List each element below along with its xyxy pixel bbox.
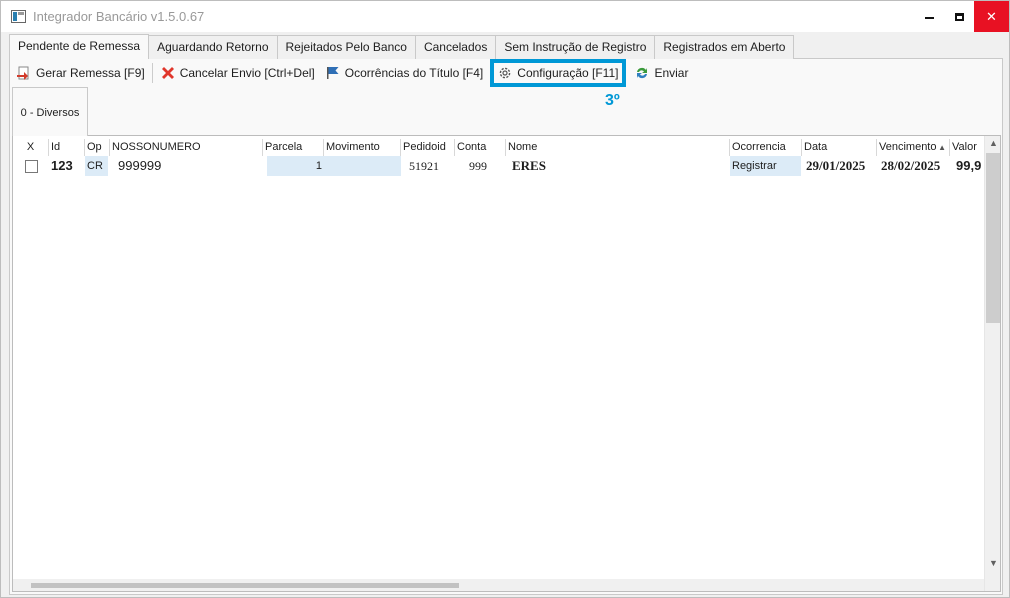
col-pedidoid[interactable]: Pedidoid [401,139,455,156]
cell-op: CR [85,156,108,176]
close-button[interactable]: ✕ [974,1,1009,32]
gear-icon [499,67,511,79]
col-conta[interactable]: Conta [455,139,506,156]
cell-nossonumero: 999999 [118,158,162,173]
cell-nome: ERES [512,158,546,173]
toolbar: Gerar Remessa [F9] Cancelar Envio [Ctrl+… [11,59,693,87]
grid-header: X Id Op NOSSONUMERO Parcela Movimento Pe… [13,139,985,156]
main-tabs: Pendente de Remessa Aguardando Retorno R… [9,34,795,59]
vertical-scroll-thumb[interactable] [986,153,1000,323]
cell-vencimento: 28/02/2025 [881,158,941,173]
tab-aguardando-retorno[interactable]: Aguardando Retorno [148,35,278,59]
sort-up-icon: ▲ [937,139,946,156]
vertical-scrollbar[interactable]: ▲ ▼ [984,136,1000,591]
table-row[interactable]: 123 CR 999999 1 51921 999 ERES Registrar… [13,156,985,176]
col-op[interactable]: Op [85,139,110,156]
col-parcela[interactable]: Parcela [263,139,324,156]
subtab-diversos[interactable]: 0 - Diversos [12,87,88,136]
close-icon: ✕ [986,8,997,24]
flag-icon [326,67,339,79]
col-x[interactable]: X [13,139,49,156]
refresh-icon [637,67,648,79]
scroll-down-icon[interactable]: ▼ [989,558,998,568]
title-bar[interactable]: Integrador Bancário v1.5.0.67 ✕ [1,1,1009,32]
cell-data: 29/01/2025 [806,158,866,173]
minimize-icon [924,17,934,19]
cell-ocorrencia: Registrar [730,156,801,176]
cancelar-envio-label: Cancelar Envio [Ctrl+Del] [179,66,315,80]
cell-id: 123 [51,158,73,173]
tab-sem-instrucao[interactable]: Sem Instrução de Registro [495,35,656,59]
col-vencimento-label: Vencimento [879,141,937,153]
col-ocorrencia[interactable]: Ocorrencia [730,139,802,156]
configuracao-label: Configuração [F11] [517,66,619,80]
col-id[interactable]: Id [49,139,85,156]
gerar-remessa-label: Gerar Remessa [F9] [36,66,145,80]
cell-movimento [324,156,401,176]
window-title: Integrador Bancário v1.5.0.67 [33,9,205,24]
cell-parcela: 1 [267,156,324,176]
configuracao-button[interactable]: Configuração [F11] [490,59,627,87]
col-vencimento[interactable]: Vencimento ▲ [877,139,950,156]
scroll-up-icon[interactable]: ▲ [989,138,998,148]
tab-rejeitados[interactable]: Rejeitados Pelo Banco [276,35,416,59]
enviar-button[interactable]: Enviar [629,62,693,84]
ocorrencias-titulo-button[interactable]: Ocorrências do Título [F4] [320,62,489,84]
col-movimento[interactable]: Movimento [324,139,401,156]
cell-valor: 99,9 [956,158,982,173]
cancelar-envio-button[interactable]: Cancelar Envio [Ctrl+Del] [155,62,320,84]
ocorrencias-titulo-label: Ocorrências do Título [F4] [344,66,484,80]
col-nome[interactable]: Nome [506,139,730,156]
enviar-label: Enviar [654,66,689,80]
col-data[interactable]: Data [802,139,877,156]
maximize-button[interactable] [944,1,974,32]
horizontal-scrollbar[interactable] [13,579,984,591]
tab-pendente-remessa[interactable]: Pendente de Remessa [9,34,150,59]
horizontal-scroll-thumb[interactable] [31,583,459,588]
minimize-button[interactable] [914,1,944,32]
gerar-remessa-icon [17,66,29,80]
cell-pedidoid: 51921 [409,159,439,173]
cancel-x-icon [161,67,174,79]
tab-cancelados[interactable]: Cancelados [414,35,497,59]
cell-conta: 999 [469,159,487,173]
gerar-remessa-button[interactable]: Gerar Remessa [F9] [11,62,150,84]
maximize-icon [954,12,964,21]
step-annotation: 3º [605,92,620,109]
toolbar-separator [151,63,153,83]
col-valor[interactable]: Valor [950,139,985,156]
row-checkbox[interactable] [25,160,38,173]
tab-registrados-aberto[interactable]: Registrados em Aberto [654,35,795,59]
app-window: Integrador Bancário v1.5.0.67 ✕ Pendente… [0,0,1010,598]
data-grid[interactable]: X Id Op NOSSONUMERO Parcela Movimento Pe… [12,135,1001,592]
app-icon [11,10,26,23]
col-nossonumero[interactable]: NOSSONUMERO [110,139,263,156]
